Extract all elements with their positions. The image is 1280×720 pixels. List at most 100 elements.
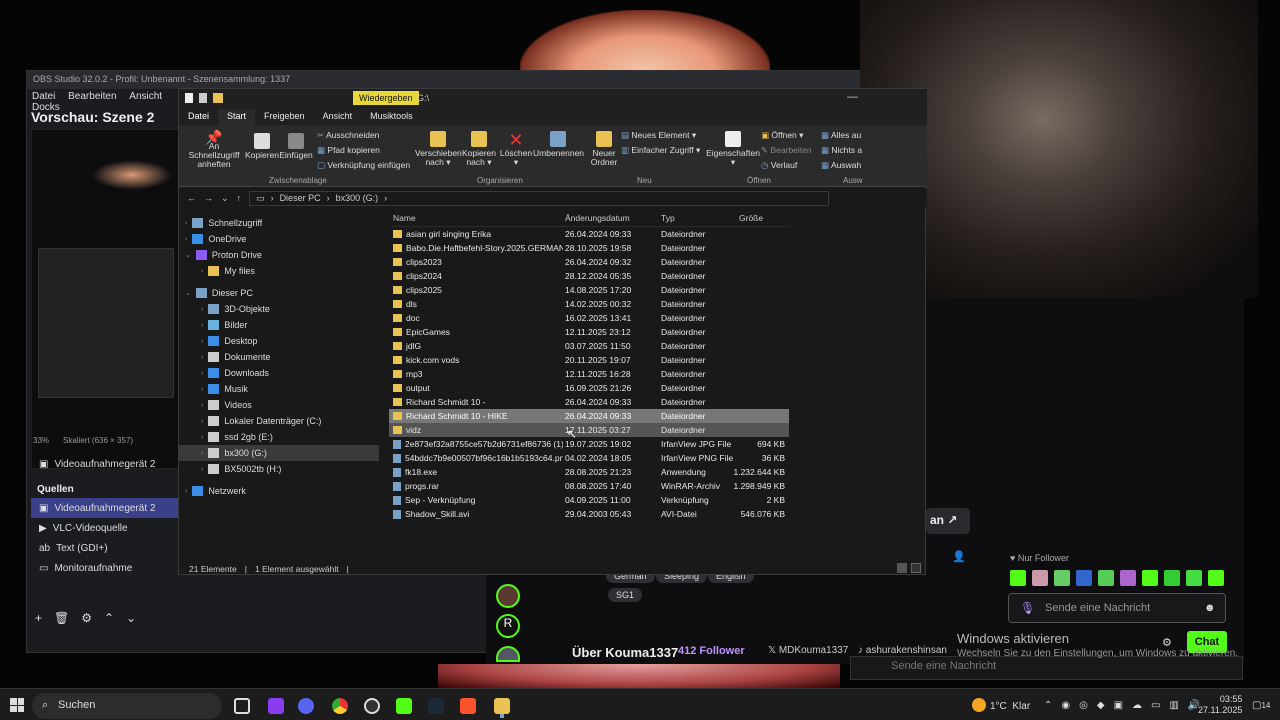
emote-icon[interactable] <box>1010 570 1026 586</box>
cut-button[interactable]: ✂ Ausschneiden <box>317 130 379 141</box>
open-button[interactable]: ▣ Öffnen ▾ <box>761 130 803 141</box>
file-row[interactable]: jdlG 03.07.2025 11:50 Dateiordner <box>389 339 789 353</box>
add-icon[interactable]: + <box>35 611 42 625</box>
up-icon[interactable]: ↑ <box>237 193 242 203</box>
delete-button[interactable]: ✕ Löschen ▾ <box>499 131 533 167</box>
breadcrumb-drive[interactable]: bx300 (G:) <box>336 193 379 203</box>
network-icon[interactable]: ▥ <box>1169 700 1178 711</box>
zoom-level[interactable]: 33% <box>33 436 49 445</box>
tray-app-icon[interactable]: ▭ <box>1151 700 1160 711</box>
minimize-icon[interactable]: — <box>847 91 858 103</box>
page-icon[interactable] <box>185 93 193 103</box>
file-row[interactable]: dls 14.02.2025 00:32 Dateiordner <box>389 297 789 311</box>
tab-datei[interactable]: Datei <box>179 109 218 125</box>
source-item[interactable]: ab Text (GDI+) <box>31 538 187 558</box>
gear-icon[interactable]: ⚙ <box>81 611 92 625</box>
twitch-app-icon[interactable] <box>268 698 284 714</box>
chevron-right-icon[interactable]: › <box>201 450 203 457</box>
rename-button[interactable]: Umbenennen <box>533 131 584 158</box>
file-row[interactable]: clips2025 14.08.2025 17:20 Dateiordner <box>389 283 789 297</box>
sidebar-item[interactable]: › Desktop <box>179 333 379 349</box>
tiktok-handle[interactable]: ♪ ashurakenshinsan <box>858 645 947 656</box>
column-name[interactable]: Name <box>389 213 563 223</box>
file-row[interactable]: 2e873ef32a8755ce57b2d6731ef86736 (1).j..… <box>389 437 789 451</box>
chevron-down-icon[interactable]: ⌄ <box>221 193 229 204</box>
forward-icon[interactable]: → <box>204 193 213 203</box>
emote-icon[interactable] <box>1120 570 1136 586</box>
emote-icon[interactable] <box>1076 570 1092 586</box>
sidebar-item[interactable]: › Netzwerk <box>179 483 379 499</box>
easy-access-button[interactable]: ▥ Einfacher Zugriff ▾ <box>621 145 700 156</box>
chevron-right-icon[interactable]: › <box>201 386 203 393</box>
discord-app-icon[interactable] <box>298 698 314 714</box>
breadcrumb-this-pc[interactable]: Dieser PC <box>280 193 321 203</box>
sidebar-item[interactable]: ⌄ Proton Drive <box>179 247 379 263</box>
taskbar-search[interactable]: Suchen <box>32 693 222 719</box>
edit-button[interactable]: ✎ Bearbeiten <box>761 145 812 156</box>
tab-start[interactable]: Start <box>218 109 256 125</box>
trash-icon[interactable]: 🗑 <box>54 611 69 625</box>
xbox-app-icon[interactable] <box>396 698 412 714</box>
source-item[interactable]: ▣ Videoaufnahmegerät 2 <box>31 498 187 518</box>
weather-widget[interactable]: 1°C Klar <box>990 701 1030 712</box>
sidebar-item[interactable]: › OneDrive <box>179 231 379 247</box>
new-item-button[interactable]: ▤ Neues Element ▾ <box>621 130 696 141</box>
follow-button[interactable]: an ↗ <box>926 508 970 534</box>
context-tab[interactable]: Wiedergeben <box>353 91 419 105</box>
chat-input-secondary[interactable]: Sende eine Nachricht <box>850 656 1243 680</box>
emote-icon[interactable] <box>1186 570 1202 586</box>
sidebar-item[interactable]: › ssd 2gb (E:) <box>179 429 379 445</box>
menu-bearbeiten[interactable]: Bearbeiten <box>68 91 116 102</box>
file-row[interactable]: clips2024 28.12.2024 05:35 Dateiordner <box>389 269 789 283</box>
sidebar-item[interactable]: › My files <box>179 263 379 279</box>
chevron-right-icon[interactable]: ⌄ <box>185 251 191 259</box>
file-explorer-window[interactable]: Wiedergeben G:\ — Datei Start Freigeben … <box>178 88 927 575</box>
paste-link-button[interactable]: ▢ Verknüpfung einfügen <box>317 160 410 171</box>
menu-datei[interactable]: Datei <box>32 91 55 102</box>
chevron-right-icon[interactable]: › <box>185 236 187 243</box>
emote-icon[interactable] <box>1142 570 1158 586</box>
file-row[interactable]: vidz 17.11.2025 03:27 Dateiordner <box>389 423 789 437</box>
file-row[interactable]: Babo.Die.Haftbefehl-Story.2025.GERMAN...… <box>389 241 789 255</box>
sidebar-item[interactable]: › Downloads <box>179 365 379 381</box>
tray-app-icon[interactable]: ◎ <box>1079 700 1088 711</box>
tag-chip[interactable]: SG1 <box>608 588 643 602</box>
up-icon[interactable]: ⌃ <box>104 611 114 625</box>
select-none-button[interactable]: ▦ Nichts a <box>821 145 862 156</box>
folder-icon[interactable] <box>213 93 223 103</box>
chat-input[interactable]: Sende eine Nachricht <box>1008 593 1226 623</box>
emote-icon[interactable] <box>1208 570 1224 586</box>
chevron-right-icon[interactable]: › <box>201 338 203 345</box>
file-row[interactable]: asian girl singing Erika 26.04.2024 09:33… <box>389 227 789 241</box>
sidebar-item[interactable]: › bx300 (G:) <box>179 445 379 461</box>
emoji-icon[interactable]: ☻ <box>1204 602 1216 614</box>
chevron-right-icon[interactable]: › <box>201 418 203 425</box>
back-icon[interactable]: ← <box>187 193 196 203</box>
source-item[interactable]: ▶ VLC-Videoquelle <box>31 518 187 538</box>
column-date[interactable]: Änderungsdatum <box>563 213 659 223</box>
copy-path-button[interactable]: ▦ Pfad kopieren <box>317 145 380 156</box>
tray-app-icon[interactable]: ▣ <box>1114 700 1123 711</box>
copy-button[interactable]: Kopieren <box>245 133 279 160</box>
column-type[interactable]: Typ <box>659 213 729 223</box>
tray-app-icon[interactable]: ☁ <box>1132 700 1142 711</box>
preview-canvas[interactable] <box>31 129 179 469</box>
tab-ansicht[interactable]: Ansicht <box>314 109 362 125</box>
clock[interactable]: 03:55 27.11.2025 <box>1198 694 1242 716</box>
chevron-right-icon[interactable]: › <box>201 466 203 473</box>
down-icon[interactable]: ⌄ <box>126 611 136 625</box>
menu-ansicht[interactable]: Ansicht <box>129 91 162 102</box>
file-row[interactable]: EpicGames 12.11.2025 23:12 Dateiordner <box>389 325 789 339</box>
notification-icon[interactable]: ▢14 <box>1252 700 1270 711</box>
sidebar-item[interactable]: › 3D-Objekte <box>179 301 379 317</box>
file-row[interactable]: Richard Schmidt 10 - 26.04.2024 09:33 Date… <box>389 395 789 409</box>
file-row[interactable]: progs.rar 08.08.2025 17:40 WinRAR-Archiv 1.… <box>389 479 789 493</box>
chevron-right-icon[interactable]: ⌄ <box>185 289 191 297</box>
copy-to-button[interactable]: Kopieren nach ▾ <box>461 131 497 167</box>
emote-icon[interactable] <box>1098 570 1114 586</box>
tiles-view-icon[interactable] <box>911 563 921 573</box>
device-row[interactable]: ▣ Videoaufnahmegerät 2 <box>31 454 187 474</box>
paste-button[interactable]: Einfügen <box>279 133 313 160</box>
chevron-right-icon[interactable]: › <box>201 322 203 329</box>
user-icon[interactable]: 👤 <box>952 550 966 563</box>
